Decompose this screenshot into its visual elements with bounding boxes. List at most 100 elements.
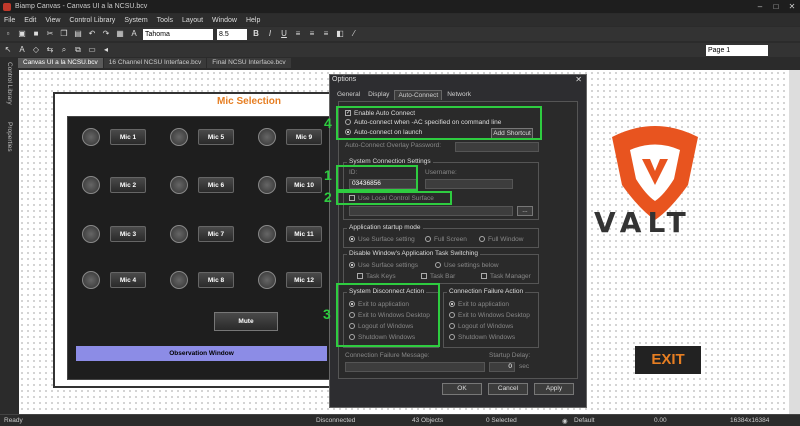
mic-9[interactable]: Mic 9 — [258, 128, 322, 146]
doc-tab-1[interactable]: Canvas UI a la NCSU.bcv — [18, 58, 103, 68]
mic-button[interactable]: Mic 1 — [110, 129, 146, 145]
arrange-icon[interactable]: ⧉ — [73, 45, 83, 55]
tab-network[interactable]: Network — [444, 90, 474, 100]
underline-icon[interactable]: U — [279, 29, 289, 39]
observation-window-button[interactable]: Observation Window — [76, 346, 327, 361]
mic-3[interactable]: Mic 3 — [82, 225, 146, 243]
page-select[interactable]: Page 1 — [706, 45, 768, 56]
italic-icon[interactable]: I — [265, 29, 275, 39]
mic-button[interactable]: Mic 7 — [198, 226, 234, 242]
layer-icon[interactable]: ▭ — [87, 45, 97, 55]
copy-icon[interactable]: ❐ — [59, 29, 69, 39]
menu-layout[interactable]: Layout — [182, 17, 203, 24]
text-tool-icon[interactable]: A — [17, 45, 27, 55]
paste-icon[interactable]: ▤ — [73, 29, 83, 39]
vertical-scrollbar[interactable] — [789, 70, 800, 414]
fail-logout-radio[interactable]: Logout of Windows — [449, 323, 513, 330]
bold-icon[interactable]: B — [251, 29, 261, 39]
doc-tab-3[interactable]: Final NCSU Interface.bcv — [207, 58, 291, 68]
mic-button[interactable]: Mic 3 — [110, 226, 146, 242]
menu-window[interactable]: Window — [212, 17, 237, 24]
menu-tools[interactable]: Tools — [157, 17, 173, 24]
ok-button[interactable]: OK — [442, 383, 482, 395]
fill-icon[interactable]: ◧ — [335, 29, 345, 39]
minimize-icon[interactable]: – — [752, 2, 768, 11]
exit-button[interactable]: EXIT — [635, 346, 701, 374]
menu-file[interactable]: File — [4, 17, 15, 24]
switch-surface-radio[interactable]: Use Surface settings — [349, 262, 418, 269]
mic-button[interactable]: Mic 9 — [286, 129, 322, 145]
undo-icon[interactable]: ↶ — [87, 29, 97, 39]
mic-button[interactable]: Mic 5 — [198, 129, 234, 145]
grid-icon[interactable]: ▦ — [115, 29, 125, 39]
menu-system[interactable]: System — [124, 17, 147, 24]
fail-exit-app-radio[interactable]: Exit to application — [449, 301, 509, 308]
mic-7[interactable]: Mic 7 — [170, 225, 234, 243]
tab-display[interactable]: Display — [365, 90, 392, 100]
menu-control-library[interactable]: Control Library — [69, 17, 115, 24]
font-size-select[interactable]: 8.5 — [217, 28, 247, 40]
mic-button[interactable]: Mic 8 — [198, 272, 234, 288]
shape-tool-icon[interactable]: ◇ — [31, 45, 41, 55]
zoom-icon[interactable]: ⌕ — [59, 45, 69, 55]
overlay-password-field[interactable] — [455, 142, 539, 152]
cancel-button[interactable]: Cancel — [488, 383, 528, 395]
mic-8[interactable]: Mic 8 — [170, 271, 234, 289]
mic-button[interactable]: Mic 10 — [286, 177, 322, 193]
mic-1[interactable]: Mic 1 — [82, 128, 146, 146]
align-left-icon[interactable]: ≡ — [293, 29, 303, 39]
pointer-icon[interactable]: ↖ — [3, 45, 13, 55]
font-select[interactable]: Tahoma — [143, 28, 213, 40]
startup-fullscreen-radio[interactable]: Full Screen — [425, 236, 467, 243]
menu-edit[interactable]: Edit — [24, 17, 36, 24]
conn-failure-msg-field[interactable] — [345, 362, 485, 372]
apply-button[interactable]: Apply — [534, 383, 574, 395]
font-icon[interactable]: A — [129, 29, 139, 39]
tab-auto-connect[interactable]: Auto-Connect — [394, 90, 443, 100]
connect-tool-icon[interactable]: ⇆ — [45, 45, 55, 55]
startup-delay-field[interactable]: 0 — [489, 362, 515, 372]
task-manager-checkbox[interactable]: Task Manager — [481, 273, 531, 280]
dialog-close-icon[interactable]: ✕ — [575, 75, 582, 84]
switch-below-radio[interactable]: Use settings below — [435, 262, 499, 269]
mic-button[interactable]: Mic 4 — [110, 272, 146, 288]
menu-help[interactable]: Help — [246, 17, 260, 24]
task-keys-checkbox[interactable]: Task Keys — [357, 273, 396, 280]
align-right-icon[interactable]: ≡ — [321, 29, 331, 39]
properties-tab[interactable]: Properties — [6, 122, 13, 152]
mic-button[interactable]: Mic 6 — [198, 177, 234, 193]
mic-button[interactable]: Mic 11 — [286, 226, 322, 242]
line-icon[interactable]: ⁄ — [349, 29, 359, 39]
username-field[interactable] — [425, 179, 513, 189]
cut-icon[interactable]: ✂ — [45, 29, 55, 39]
fail-exit-desktop-radio[interactable]: Exit to Windows Desktop — [449, 312, 530, 319]
save-icon[interactable]: ■ — [31, 29, 41, 39]
close-icon[interactable]: ✕ — [784, 2, 800, 11]
startup-fullwindow-radio[interactable]: Full Window — [479, 236, 523, 243]
new-icon[interactable]: ▫ — [3, 29, 13, 39]
startup-surface-radio[interactable]: Use Surface setting — [349, 236, 415, 243]
local-surface-path-field[interactable] — [349, 206, 513, 216]
redo-icon[interactable]: ↷ — [101, 29, 111, 39]
mic-10[interactable]: Mic 10 — [258, 176, 322, 194]
mic-button[interactable]: Mic 12 — [286, 272, 322, 288]
tab-general[interactable]: General — [334, 90, 363, 100]
mute-button[interactable]: Mute — [214, 312, 278, 331]
mic-2[interactable]: Mic 2 — [82, 176, 146, 194]
mic-4[interactable]: Mic 4 — [82, 271, 146, 289]
mic-12[interactable]: Mic 12 — [258, 271, 322, 289]
maximize-icon[interactable]: □ — [768, 2, 784, 11]
mic-5[interactable]: Mic 5 — [170, 128, 234, 146]
menu-view[interactable]: View — [45, 17, 60, 24]
doc-tab-2[interactable]: 16 Channel NCSU Interface.bcv — [103, 58, 207, 68]
align-center-icon[interactable]: ≡ — [307, 29, 317, 39]
page-back-icon[interactable]: ◂ — [101, 45, 111, 55]
control-library-tab[interactable]: Control Library — [6, 62, 13, 105]
browse-button[interactable]: ... — [517, 206, 533, 216]
task-bar-checkbox[interactable]: Task Bar — [421, 273, 455, 280]
fail-shutdown-radio[interactable]: Shutdown Windows — [449, 334, 515, 341]
mic-11[interactable]: Mic 11 — [258, 225, 322, 243]
mic-button[interactable]: Mic 2 — [110, 177, 146, 193]
mic-6[interactable]: Mic 6 — [170, 176, 234, 194]
open-icon[interactable]: ▣ — [17, 29, 27, 39]
